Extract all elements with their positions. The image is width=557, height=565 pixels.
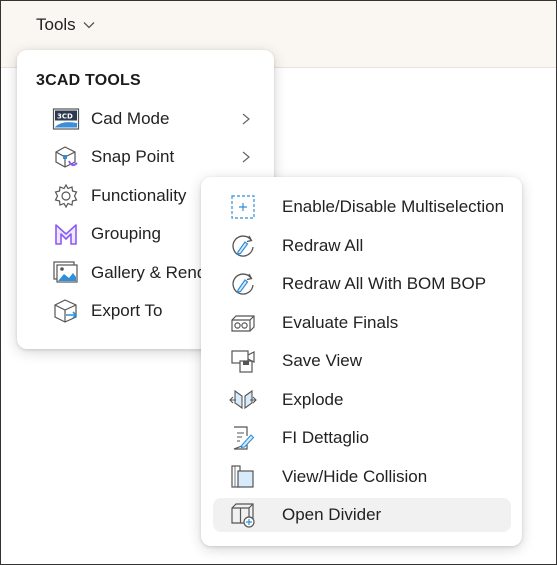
- submenu-item-label: Evaluate Finals: [282, 313, 399, 332]
- export-icon: [51, 296, 81, 326]
- menu-item-label: Export To: [91, 301, 163, 320]
- open-divider-icon: [228, 500, 258, 530]
- tools-menu-button[interactable]: Tools: [36, 13, 96, 37]
- app-window: Tools 3CAD TOOLS 3CD Cad Mode Snap Point…: [0, 0, 557, 565]
- menu-item-label: Gallery & Rend: [91, 263, 207, 282]
- submenu-item-label: Redraw All: [282, 236, 364, 255]
- menu-item-label: Functionality: [91, 186, 187, 205]
- collision-icon: [228, 462, 258, 492]
- submenu-item-save-view[interactable]: Save View: [213, 344, 511, 378]
- submenu-item-fi-dettaglio[interactable]: FI Dettaglio: [213, 421, 511, 455]
- explode-icon: [228, 385, 258, 415]
- menu-item-label: Cad Mode: [91, 109, 170, 128]
- chevron-right-icon: [242, 151, 250, 163]
- redraw-bom-icon: [228, 269, 258, 299]
- submenu-item-label: Open Divider: [282, 505, 382, 524]
- submenu-item-redraw-bom-bop[interactable]: Redraw All With BOM BOP: [213, 267, 511, 301]
- multiselection-icon: [228, 192, 258, 222]
- menu-item-cad-mode[interactable]: 3CD Cad Mode: [51, 102, 274, 136]
- menu-item-label: Snap Point: [91, 147, 175, 166]
- menu-item-label: Grouping: [91, 224, 161, 243]
- chevron-right-icon: [242, 113, 250, 125]
- redraw-icon: [228, 231, 258, 261]
- tools-menu-label: Tools: [36, 15, 76, 34]
- submenu-item-redraw-all[interactable]: Redraw All: [213, 229, 511, 263]
- snap-point-icon: [51, 142, 81, 172]
- detail-edit-icon: [228, 423, 258, 453]
- cad-mode-icon: 3CD: [51, 104, 81, 134]
- submenu-item-open-divider[interactable]: Open Divider: [213, 498, 511, 532]
- save-view-icon: [228, 346, 258, 376]
- submenu-item-view-hide-collision[interactable]: View/Hide Collision: [213, 460, 511, 494]
- menu-item-snap-point[interactable]: Snap Point: [51, 140, 274, 174]
- grouping-icon: [51, 219, 81, 249]
- submenu-item-multiselection[interactable]: Enable/Disable Multiselection: [213, 190, 511, 224]
- submenu-item-label: Redraw All With BOM BOP: [282, 274, 487, 293]
- gallery-icon: [51, 258, 81, 288]
- submenu-item-label: FI Dettaglio: [282, 428, 369, 447]
- submenu-item-label: Explode: [282, 390, 344, 409]
- chevron-down-icon: [83, 22, 95, 29]
- submenu-item-label: Enable/Disable Multiselection: [282, 197, 505, 216]
- svg-text:3CD: 3CD: [57, 113, 73, 121]
- submenu-item-explode[interactable]: Explode: [213, 383, 511, 417]
- evaluate-finals-icon: [228, 308, 258, 338]
- gear-icon: [51, 181, 81, 211]
- functionality-submenu: Enable/Disable Multiselection Redraw All…: [201, 177, 522, 546]
- submenu-item-evaluate-finals[interactable]: Evaluate Finals: [213, 306, 511, 340]
- submenu-item-label: Save View: [282, 351, 363, 370]
- submenu-item-label: View/Hide Collision: [282, 467, 428, 486]
- dropdown-title: 3CAD TOOLS: [36, 72, 141, 89]
